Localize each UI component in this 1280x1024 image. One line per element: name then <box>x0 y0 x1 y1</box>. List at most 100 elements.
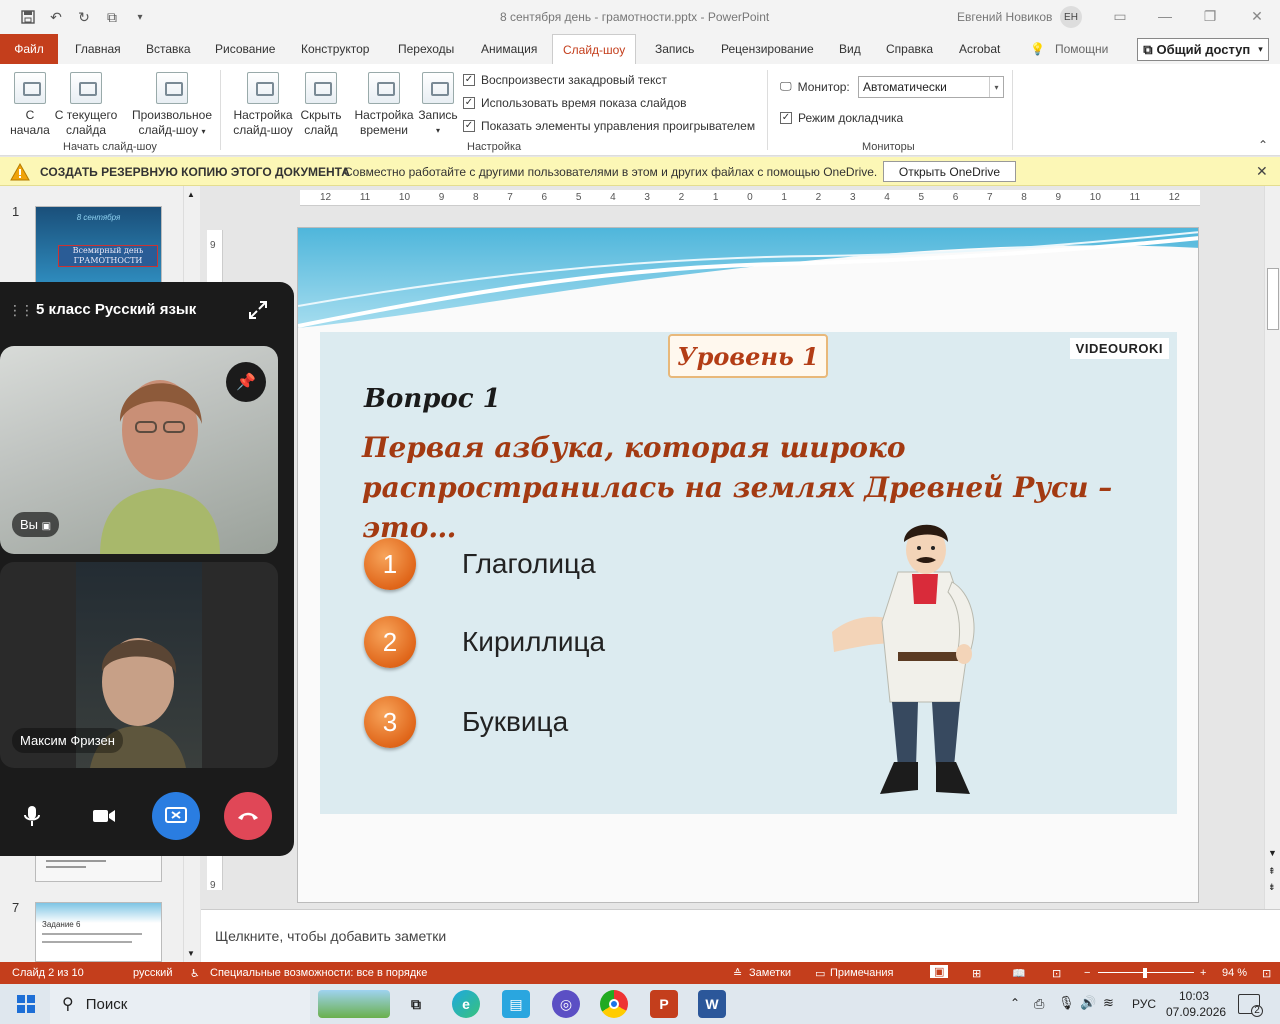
tab-view[interactable]: Вид <box>837 34 863 64</box>
normal-view-icon[interactable]: ▣ <box>930 965 949 978</box>
rehearse-timings-button[interactable]: Настройка времени <box>351 72 417 138</box>
present-icon[interactable]: ⧉ <box>102 7 122 27</box>
language-status[interactable]: русский <box>133 967 172 979</box>
volume-icon[interactable]: 🔊 <box>1080 995 1096 1011</box>
chrome-icon[interactable] <box>600 990 628 1018</box>
answer-option[interactable]: 1 Глаголица <box>364 538 596 590</box>
minimize-icon[interactable]: — <box>1155 6 1175 26</box>
slide-counter[interactable]: Слайд 2 из 10 <box>12 967 84 979</box>
notes-pane[interactable]: Щелкните, чтобы добавить заметки <box>201 909 1280 962</box>
slide-thumbnail[interactable]: Задание 6 <box>35 902 162 962</box>
setup-show-button[interactable]: Настройка слайд-шоу <box>230 72 296 138</box>
comments-toggle[interactable]: Примечания <box>830 967 894 979</box>
tab-file[interactable]: Файл <box>0 34 58 64</box>
video-call-window[interactable]: ⋮⋮ 5 класс Русский язык 📌 Вы ▣ Максим Фр… <box>0 282 294 856</box>
tab-slideshow[interactable]: Слайд-шоу <box>552 34 637 65</box>
self-video-tile[interactable]: 📌 Вы ▣ <box>0 346 278 554</box>
media-controls-checkbox[interactable]: ✓ Показать элементы управления проигрыват… <box>463 119 755 133</box>
scroll-up-icon[interactable]: ▲ <box>187 190 195 199</box>
tab-review[interactable]: Рецензирование <box>719 34 816 64</box>
answer-number-badge: 1 <box>364 538 416 590</box>
slideshow-view-icon[interactable]: ⊡ <box>1052 967 1061 980</box>
undo-icon[interactable]: ↶ <box>46 7 66 27</box>
tab-acrobat[interactable]: Acrobat <box>957 34 1002 64</box>
customize-qat-icon[interactable]: ▾ <box>130 7 150 27</box>
notification-center-icon[interactable]: 2 <box>1238 994 1263 1017</box>
tab-insert[interactable]: Вставка <box>144 34 193 64</box>
camera-button[interactable] <box>80 792 128 840</box>
zoom-slider-thumb[interactable] <box>1143 968 1147 978</box>
drag-handle-icon[interactable]: ⋮⋮ <box>8 302 34 319</box>
taskbar-search[interactable]: ⚲ Поиск <box>50 984 310 1024</box>
ribbon-separator <box>1012 70 1013 150</box>
participant-video-tile[interactable]: Максим Фризен <box>0 562 278 768</box>
share-button[interactable]: ⧉ Общий доступ ▾ <box>1137 38 1269 61</box>
presenter-view-checkbox[interactable]: ✓ Режим докладчика <box>780 111 903 125</box>
collapse-ribbon-icon[interactable]: ⌃ <box>1258 138 1268 152</box>
tab-transitions[interactable]: Переходы <box>396 34 456 64</box>
accessibility-status[interactable]: Специальные возможности: все в порядке <box>210 967 427 979</box>
powerpoint-icon[interactable]: P <box>650 990 678 1018</box>
tab-animation[interactable]: Анимация <box>479 34 539 64</box>
use-timings-checkbox[interactable]: ✓ Использовать время показа слайдов <box>463 96 687 110</box>
scroll-down-icon[interactable]: ▼ <box>187 949 195 958</box>
narration-checkbox[interactable]: ✓ Воспроизвести закадровый текст <box>463 73 667 87</box>
microphone-tray-icon[interactable]: 🎙 <box>1058 995 1075 1011</box>
zoom-out-icon[interactable]: − <box>1084 967 1090 979</box>
input-language[interactable]: РУС <box>1132 997 1156 1011</box>
monitor-select[interactable]: Автоматически ▾ <box>858 76 1004 98</box>
scroll-thumb[interactable] <box>1267 268 1279 330</box>
scroll-down-icon[interactable]: ▼ <box>1268 848 1277 858</box>
tray-chevron-icon[interactable]: ⌃ <box>1010 996 1020 1010</box>
notes-toggle[interactable]: Заметки <box>749 967 791 979</box>
answer-option[interactable]: 2 Кириллица <box>364 616 605 668</box>
editor-scrollbar[interactable]: ▼ ⇞ ⇟ <box>1264 186 1280 909</box>
tab-draw[interactable]: Рисование <box>213 34 277 64</box>
slide-canvas[interactable]: Уровень 1 VIDEOUROKI Вопрос 1 Первая азб… <box>297 227 1199 903</box>
next-slide-icon[interactable]: ⇟ <box>1268 882 1276 893</box>
slide-thumbnail[interactable]: 8 сентября Всемирный день ГРАМОТНОСТИ <box>35 206 162 286</box>
from-current-button[interactable]: С текущего слайда <box>53 72 119 138</box>
wifi-icon[interactable]: ≋ <box>1103 995 1114 1011</box>
horizontal-ruler: 12 11 10 9 8 7 6 5 4 3 2 1 0 1 2 3 4 5 6 7 8 9 10 11 12 <box>300 190 1200 206</box>
clock[interactable]: 10:03 07.09.2026 <box>1166 988 1226 1020</box>
screen-share-button[interactable] <box>152 792 200 840</box>
close-window-icon[interactable]: ✕ <box>1247 6 1267 26</box>
answer-option[interactable]: 3 Буквица <box>364 696 568 748</box>
pin-icon[interactable]: 📌 <box>226 362 266 402</box>
store-icon[interactable]: ▤ <box>502 990 530 1018</box>
expand-icon[interactable] <box>248 300 268 320</box>
app-icon[interactable]: ◎ <box>552 990 580 1018</box>
open-onedrive-button[interactable]: Открыть OneDrive <box>883 161 1016 182</box>
from-start-button[interactable]: С начала <box>8 72 52 138</box>
zoom-level[interactable]: 94 % <box>1222 967 1247 979</box>
zoom-in-icon[interactable]: + <box>1200 967 1206 979</box>
save-icon[interactable] <box>18 7 38 27</box>
end-call-button[interactable] <box>224 792 272 840</box>
close-icon[interactable]: ✕ <box>1256 163 1268 180</box>
avatar[interactable]: ЕН <box>1060 6 1082 28</box>
windows-start-icon[interactable] <box>12 990 40 1018</box>
ribbon-display-icon[interactable]: ▭ <box>1110 6 1130 26</box>
previous-slide-icon[interactable]: ⇞ <box>1268 866 1276 877</box>
search-highlight-icon[interactable] <box>318 990 390 1018</box>
word-icon[interactable]: W <box>698 990 726 1018</box>
reading-view-icon[interactable]: 📖 <box>1012 967 1026 980</box>
tab-help[interactable]: Справка <box>884 34 935 64</box>
tab-design[interactable]: Конструктор <box>299 34 371 64</box>
redo-icon[interactable]: ↻ <box>74 7 94 27</box>
custom-show-button[interactable]: Произвольное слайд-шоу ▾ <box>128 72 216 139</box>
slide-sorter-icon[interactable]: ⊞ <box>972 967 981 980</box>
fit-slide-icon[interactable]: ⊡ <box>1262 967 1271 980</box>
task-view-icon[interactable]: ⧉ <box>402 990 430 1018</box>
search-box[interactable]: 💡 Помощни <box>1028 34 1110 64</box>
tab-home[interactable]: Главная <box>73 34 123 64</box>
restore-icon[interactable]: ❐ <box>1200 6 1220 26</box>
microphone-button[interactable] <box>8 792 56 840</box>
user-name[interactable]: Евгений Новиков <box>957 10 1052 24</box>
record-button[interactable]: Запись ▾ <box>416 72 460 138</box>
network-icon[interactable]: ⎙ <box>1034 996 1044 1012</box>
hide-slide-button[interactable]: Скрыть слайд <box>297 72 345 138</box>
tab-record[interactable]: Запись <box>653 34 696 64</box>
edge-icon[interactable]: e <box>452 990 480 1018</box>
